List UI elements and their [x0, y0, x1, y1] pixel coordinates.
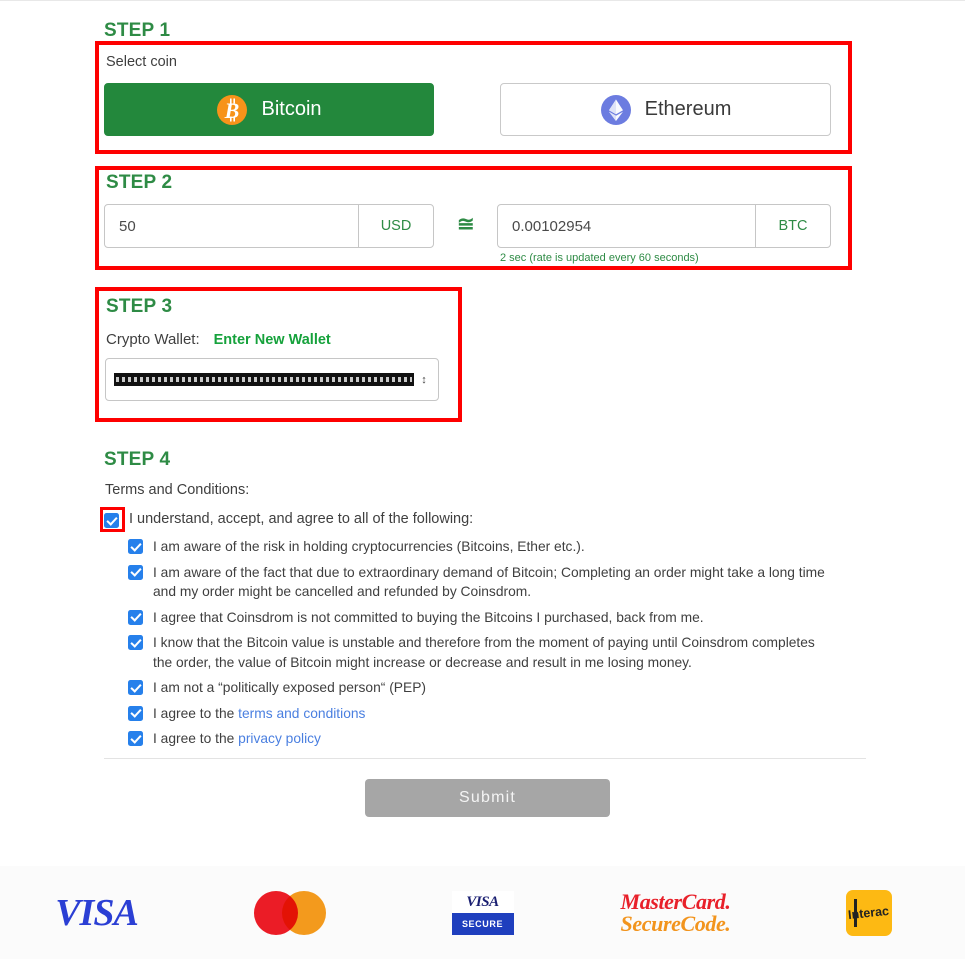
mastercard-logo-slot — [193, 890, 386, 935]
submit-button[interactable]: Submit — [365, 779, 610, 817]
verified-by-visa-slot: VISA SECURE — [386, 890, 579, 935]
list-item: I am aware of the fact that due to extra… — [128, 563, 834, 602]
term-label-6: I agree to the terms and conditions — [153, 704, 834, 724]
rate-update-note: 2 sec (rate is updated every 60 seconds) — [500, 252, 699, 264]
coin-option-ethereum[interactable]: Ethereum — [500, 83, 831, 136]
step-2-title: STEP 2 — [106, 172, 173, 193]
vbv-secure-text: SECURE — [451, 912, 514, 935]
term-label-7-prefix: I agree to the — [153, 731, 239, 746]
term-checkbox-7[interactable] — [128, 731, 143, 746]
master-agreement-row: I understand, accept, and agree to all o… — [104, 511, 473, 528]
term-label-1: I am aware of the risk in holding crypto… — [153, 539, 585, 554]
terms-and-conditions-link[interactable]: terms and conditions — [238, 706, 365, 721]
privacy-policy-link[interactable]: privacy policy — [238, 731, 321, 746]
coin-label-ethereum: Ethereum — [644, 98, 732, 120]
list-item: I agree to the privacy policy — [128, 729, 834, 749]
terms-checkbox-list: I am aware of the risk in holding crypto… — [128, 537, 834, 755]
master-agreement-checkbox[interactable] — [104, 513, 119, 528]
ethereum-icon — [600, 94, 632, 126]
mastercard-logo — [253, 890, 326, 935]
wallet-address-redacted — [114, 373, 414, 386]
bitcoin-icon: B — [216, 94, 248, 126]
coin-label-bitcoin: Bitcoin — [261, 98, 322, 120]
term-checkbox-6[interactable] — [128, 705, 143, 721]
wallet-select[interactable]: ↕ — [105, 358, 439, 401]
list-item: I agree that Coinsdrom is not committed … — [128, 608, 834, 628]
payment-logos-footer: VISA VISA SECURE MasterCard. SecureCode.… — [0, 866, 965, 959]
term-checkbox-2[interactable] — [128, 564, 143, 580]
crypto-wallet-label: Crypto Wallet: — [106, 331, 200, 348]
term-label-3: I agree that Coinsdrom is not committed … — [153, 609, 704, 625]
term-label-4: I know that the Bitcoin value is unstabl… — [153, 635, 815, 670]
list-item: I agree to the terms and conditions — [128, 704, 834, 724]
securecode-line-2: SecureCode. — [620, 910, 731, 936]
select-coin-label: Select coin — [106, 54, 177, 70]
step-4-title: STEP 4 — [104, 449, 171, 470]
securecode-line-1: MasterCard. — [620, 888, 731, 914]
term-label-7: I agree to the privacy policy — [153, 729, 834, 749]
interac-logo: Interac — [845, 889, 892, 936]
chevron-updown-icon: ↕ — [421, 373, 427, 386]
master-agreement-label: I understand, accept, and agree to all o… — [129, 511, 474, 527]
term-checkbox-1[interactable] — [128, 539, 143, 554]
list-item: I know that the Bitcoin value is unstabl… — [128, 633, 834, 672]
term-label-6-prefix: I agree to the — [153, 705, 239, 721]
list-item: I am not a “politically exposed person“ … — [128, 678, 834, 698]
crypto-wallet-row: Crypto Wallet: Enter New Wallet — [106, 331, 331, 348]
crypto-amount-group: BTC — [497, 204, 831, 248]
term-label-5: I am not a “politically exposed person“ … — [153, 680, 426, 695]
interac-logo-slot: Interac — [772, 889, 965, 936]
terms-and-conditions-heading: Terms and Conditions: — [105, 482, 250, 498]
fiat-amount-group: USD — [104, 204, 434, 248]
crypto-currency-label: BTC — [755, 205, 830, 247]
top-divider — [0, 0, 965, 1]
approx-equals-icon: ≅ — [457, 213, 475, 236]
coin-option-bitcoin[interactable]: B Bitcoin — [104, 83, 434, 136]
step-1-title: STEP 1 — [104, 20, 171, 41]
term-checkbox-5[interactable] — [128, 680, 143, 695]
purchase-form-page: STEP 1 Select coin B Bitcoin Ethereum ST… — [0, 0, 965, 959]
fiat-amount-input[interactable] — [105, 205, 358, 247]
verified-by-visa-logo: VISA SECURE — [451, 890, 514, 935]
list-item: I am aware of the risk in holding crypto… — [128, 537, 834, 557]
fiat-currency-label: USD — [358, 205, 433, 247]
visa-logo-slot: VISA — [0, 891, 193, 935]
enter-new-wallet-link[interactable]: Enter New Wallet — [214, 332, 331, 348]
mastercard-securecode-logo: MasterCard. SecureCode. — [620, 888, 731, 936]
term-checkbox-3[interactable] — [128, 609, 143, 625]
visa-logo: VISA — [55, 891, 139, 934]
term-label-2: I am aware of the fact that due to extra… — [153, 564, 825, 600]
vbv-visa-text: VISA — [451, 890, 514, 913]
mastercard-securecode-slot: MasterCard. SecureCode. — [579, 888, 772, 936]
term-checkbox-4[interactable] — [128, 635, 143, 650]
step-3-title: STEP 3 — [106, 296, 173, 317]
crypto-amount-input[interactable] — [498, 205, 755, 247]
form-divider — [104, 758, 866, 759]
